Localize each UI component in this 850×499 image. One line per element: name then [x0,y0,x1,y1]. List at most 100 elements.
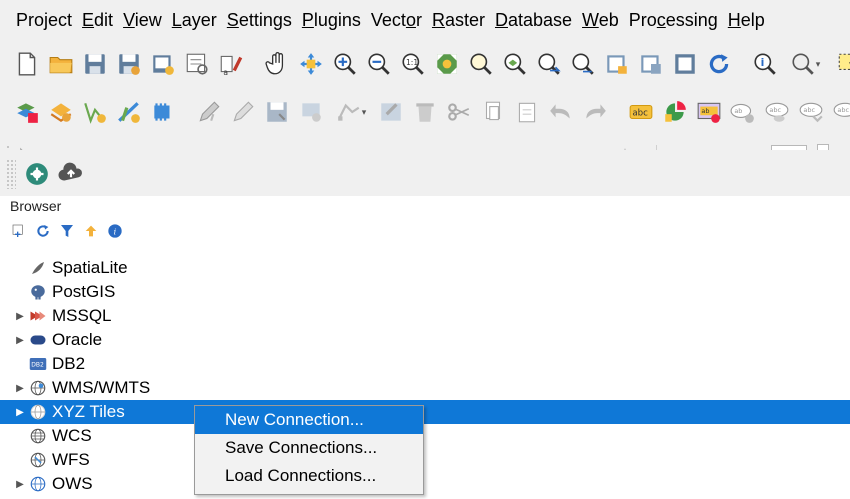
run-feature-action-icon[interactable]: ▾ [785,50,825,78]
browser-item-ows[interactable]: ▶ OWS [0,472,850,496]
zoom-out-icon[interactable] [365,50,393,78]
save-as-icon[interactable] [115,50,143,78]
layer-labeling-icon[interactable]: abc [627,98,655,126]
save-edits-icon[interactable] [263,98,291,126]
redo-icon[interactable] [581,98,609,126]
paste-features-icon[interactable] [513,98,541,126]
cut-features-icon[interactable] [445,98,473,126]
expand-arrow-icon[interactable]: ▶ [12,335,28,346]
menu-edit[interactable]: Edit [77,0,118,40]
context-menu-save-connections[interactable]: Save Connections... [195,434,423,462]
new-project-icon[interactable] [13,50,41,78]
undo-icon[interactable] [547,98,575,126]
context-menu-new-connection[interactable]: New Connection... [195,406,423,434]
menu-plugins[interactable]: Plugins [297,0,366,40]
pan-map-icon[interactable] [263,50,291,78]
browser-item-postgis[interactable]: PostGIS [0,280,850,304]
add-selected-layers-icon[interactable] [10,222,28,240]
browser-item-label: XYZ Tiles [52,402,125,421]
open-project-icon[interactable] [47,50,75,78]
expand-arrow-icon[interactable]: ▶ [12,479,28,490]
zoom-next-icon[interactable] [569,50,597,78]
context-menu: New Connection... Save Connections... Lo… [194,405,424,495]
menu-help[interactable]: Help [723,0,770,40]
new-map-view-icon[interactable] [603,50,631,78]
menu-vector[interactable]: Vector [366,0,427,40]
browser-item-xyz-tiles[interactable]: ▶ XYZ Tiles [0,400,850,424]
layer-diagram-icon[interactable] [661,98,689,126]
copy-features-icon[interactable] [479,98,507,126]
pin-unpin-labels-icon[interactable]: ab [729,98,757,126]
menu-project[interactable]: Project [0,0,77,40]
delete-selected-icon[interactable] [411,98,439,126]
refresh-icon[interactable] [705,50,733,78]
menu-view[interactable]: View [118,0,167,40]
menu-layer[interactable]: Layer [167,0,222,40]
zoom-native-icon[interactable]: 1:1 [399,50,427,78]
db2-icon: DB2 [28,354,48,374]
svg-text:DB2: DB2 [31,361,44,368]
browser-panel-toolbar: i [10,222,124,240]
temporal-controller-icon[interactable] [671,50,699,78]
expand-arrow-icon[interactable]: ▶ [12,407,28,418]
browser-item-label: DB2 [52,354,86,373]
menu-processing[interactable]: Processing [624,0,723,40]
zoom-last-icon[interactable] [535,50,563,78]
toggle-editing-icon[interactable] [195,98,223,126]
processing-toolbox-icon[interactable] [23,160,51,188]
mssql-icon [28,306,48,326]
refresh-browser-icon[interactable] [34,222,52,240]
browser-item-db2[interactable]: DB2 DB2 [0,352,850,376]
add-line-feature-icon[interactable] [115,98,143,126]
browser-item-mssql[interactable]: ▶ MSSQL [0,304,850,328]
pan-to-selection-icon[interactable] [297,50,325,78]
svg-text:abc: abc [837,106,849,114]
add-polygon-feature-icon[interactable] [149,98,177,126]
pencil-icon[interactable] [229,98,257,126]
menu-raster[interactable]: Raster [427,0,490,40]
new-print-layout-icon[interactable] [149,50,177,78]
browser-item-wms-wmts[interactable]: ▶ WMS/WMTS [0,376,850,400]
modify-attributes-icon[interactable] [377,98,405,126]
layout-manager-icon[interactable] [183,50,211,78]
show-hide-labels-icon[interactable]: abc [763,98,791,126]
identify-features-icon[interactable]: i [751,50,779,78]
svg-text:1:1: 1:1 [406,58,418,67]
browser-item-oracle[interactable]: ▶ Oracle [0,328,850,352]
cloud-upload-icon[interactable] [57,160,85,188]
globe-icon [28,402,48,422]
zoom-to-selection-icon[interactable] [467,50,495,78]
data-source-manager-icon[interactable] [13,98,41,126]
toolbar-grip[interactable] [6,159,16,189]
menu-database[interactable]: Database [490,0,577,40]
vertex-tool-icon[interactable]: ▾ [331,98,371,126]
new-3d-map-view-icon[interactable] [637,50,665,78]
zoom-to-layer-icon[interactable] [501,50,529,78]
browser-tree: SpatiaLite PostGIS ▶ MSSQL ▶ Oracle DB2 … [0,256,850,496]
browser-item-wfs[interactable]: WFS [0,448,850,472]
expand-arrow-icon[interactable]: ▶ [12,383,28,394]
rotate-label-icon[interactable]: abc [831,98,850,126]
menu-web[interactable]: Web [577,0,624,40]
save-project-icon[interactable] [81,50,109,78]
zoom-in-icon[interactable] [331,50,359,78]
filter-browser-icon[interactable] [58,222,76,240]
expand-arrow-icon[interactable]: ▶ [12,311,28,322]
browser-item-label: SpatiaLite [52,258,128,277]
collapse-all-icon[interactable] [82,222,100,240]
zoom-full-icon[interactable] [433,50,461,78]
add-record-icon[interactable] [297,98,325,126]
style-layer-icon[interactable] [47,98,75,126]
svg-text:abc: abc [803,106,815,114]
context-menu-load-connections[interactable]: Load Connections... [195,462,423,490]
menu-settings[interactable]: Settings [222,0,297,40]
highlight-pinned-labels-icon[interactable]: ab [695,98,723,126]
browser-item-spatialite[interactable]: SpatiaLite [0,256,850,280]
style-manager-icon[interactable]: a [217,50,245,78]
properties-info-icon[interactable]: i [106,222,124,240]
digitize-vertex-icon[interactable] [81,98,109,126]
select-features-icon[interactable]: ▾ [831,50,850,78]
svg-text:abc: abc [769,106,781,114]
browser-item-wcs[interactable]: WCS [0,424,850,448]
move-label-icon[interactable]: abc [797,98,825,126]
